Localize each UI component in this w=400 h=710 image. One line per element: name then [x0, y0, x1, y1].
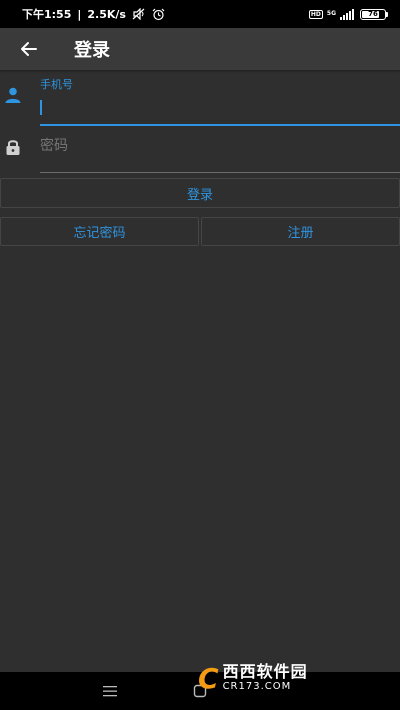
signal-icon [340, 8, 356, 20]
phone-field: 手机号 [40, 76, 400, 126]
status-speed: 2.5K/s [87, 7, 126, 21]
network-badge: 5G [327, 11, 336, 17]
alarm-icon [152, 8, 165, 21]
phone-input[interactable] [41, 99, 400, 115]
battery-icon: 76 [360, 8, 388, 20]
status-bar: 下午1:55 | 2.5K/s HD 5G 76 [0, 0, 400, 28]
phone-underline [40, 124, 400, 126]
lock-icon [6, 140, 20, 155]
menu-icon [103, 686, 117, 697]
menu-button[interactable] [96, 672, 124, 710]
watermark-cn: 西西软件园 [222, 662, 308, 681]
watermark-logo: C [198, 661, 219, 695]
status-right: HD 5G 76 [308, 8, 388, 20]
status-left: 下午1:55 | 2.5K/s [22, 6, 165, 22]
app-bar: 登录 [0, 28, 400, 70]
arrow-back-icon [21, 42, 37, 56]
person-icon [5, 87, 21, 103]
status-divider: | [77, 7, 82, 21]
battery-body: 76 [360, 8, 386, 20]
watermark-text: 西西软件园 CR173.COM [223, 664, 308, 692]
password-input[interactable] [40, 134, 400, 158]
watermark: C 西西软件园 CR173.COM [198, 656, 384, 700]
network-type: 5G [326, 10, 336, 17]
password-underline [40, 172, 400, 173]
login-button[interactable]: 登录 [0, 178, 400, 208]
page-title: 登录 [74, 40, 110, 61]
password-field [40, 134, 400, 173]
phone-input-row [40, 92, 400, 118]
watermark-en: CR173.COM [222, 681, 292, 692]
hd-icon: HD [308, 9, 323, 19]
phone-label: 手机号 [40, 78, 73, 91]
battery-tip [386, 11, 388, 17]
mute-icon [132, 8, 146, 20]
forgot-password-button[interactable]: 忘记密码 [0, 217, 199, 246]
battery-percent: 76 [368, 10, 378, 18]
status-time: 下午1:55 [22, 8, 72, 21]
back-button[interactable] [14, 34, 44, 64]
register-button[interactable]: 注册 [201, 217, 400, 246]
phone-field-row: 手机号 [0, 76, 400, 126]
password-field-row [0, 130, 400, 176]
